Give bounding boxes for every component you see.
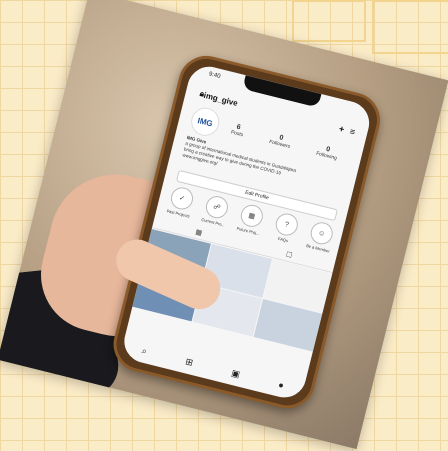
stat-posts[interactable]: 6 Posts [230, 122, 245, 138]
stat-followers[interactable]: 0 Followers [269, 132, 293, 150]
username[interactable]: img_give [203, 90, 239, 107]
highlight-future-projects[interactable]: ▦ Future Proj... [234, 202, 268, 237]
stat-following[interactable]: 0 Following [316, 143, 340, 161]
avatar[interactable]: IMG [188, 104, 223, 139]
person-icon: ☺ [308, 219, 336, 247]
add-icon[interactable]: + [338, 124, 346, 135]
menu-icon[interactable]: ≡ [349, 126, 357, 137]
phone-screen: 9:40 🔒︎ img_give + ≡ IMG 6 Posts 0 Followe… [119, 62, 374, 403]
calendar-icon: ▦ [238, 202, 266, 230]
bottom-tab-bar: ⌕ ⊞ ▣ ● [120, 337, 306, 399]
status-time: 9:40 [208, 71, 221, 80]
tagged-icon[interactable]: ☐ [285, 250, 294, 261]
highlight-be-a-member[interactable]: ☺ Be a Member [304, 219, 338, 254]
decorative-frame [292, 0, 366, 42]
question-icon: ? [273, 211, 301, 238]
search-icon[interactable]: ⌕ [141, 345, 148, 357]
photo: 9:40 🔒︎ img_give + ≡ IMG 6 Posts 0 Followe… [0, 0, 448, 450]
add-post-icon[interactable]: ⊞ [184, 356, 194, 368]
highlight-faqs[interactable]: ? FAQs [269, 211, 303, 246]
highlight-past-projects[interactable]: ✓ Past Projects [164, 184, 198, 219]
grid-icon[interactable]: ▦ [194, 228, 203, 239]
decorative-frame [372, 0, 448, 54]
handshake-icon: ☍ [203, 193, 231, 221]
smartphone: 9:40 🔒︎ img_give + ≡ IMG 6 Posts 0 Followe… [107, 50, 386, 415]
profile-icon[interactable]: ● [277, 379, 285, 390]
check-icon: ✓ [168, 185, 196, 212]
shop-icon[interactable]: ▣ [230, 367, 241, 380]
highlight-current-projects[interactable]: ☍ Current Pro... [199, 193, 233, 228]
